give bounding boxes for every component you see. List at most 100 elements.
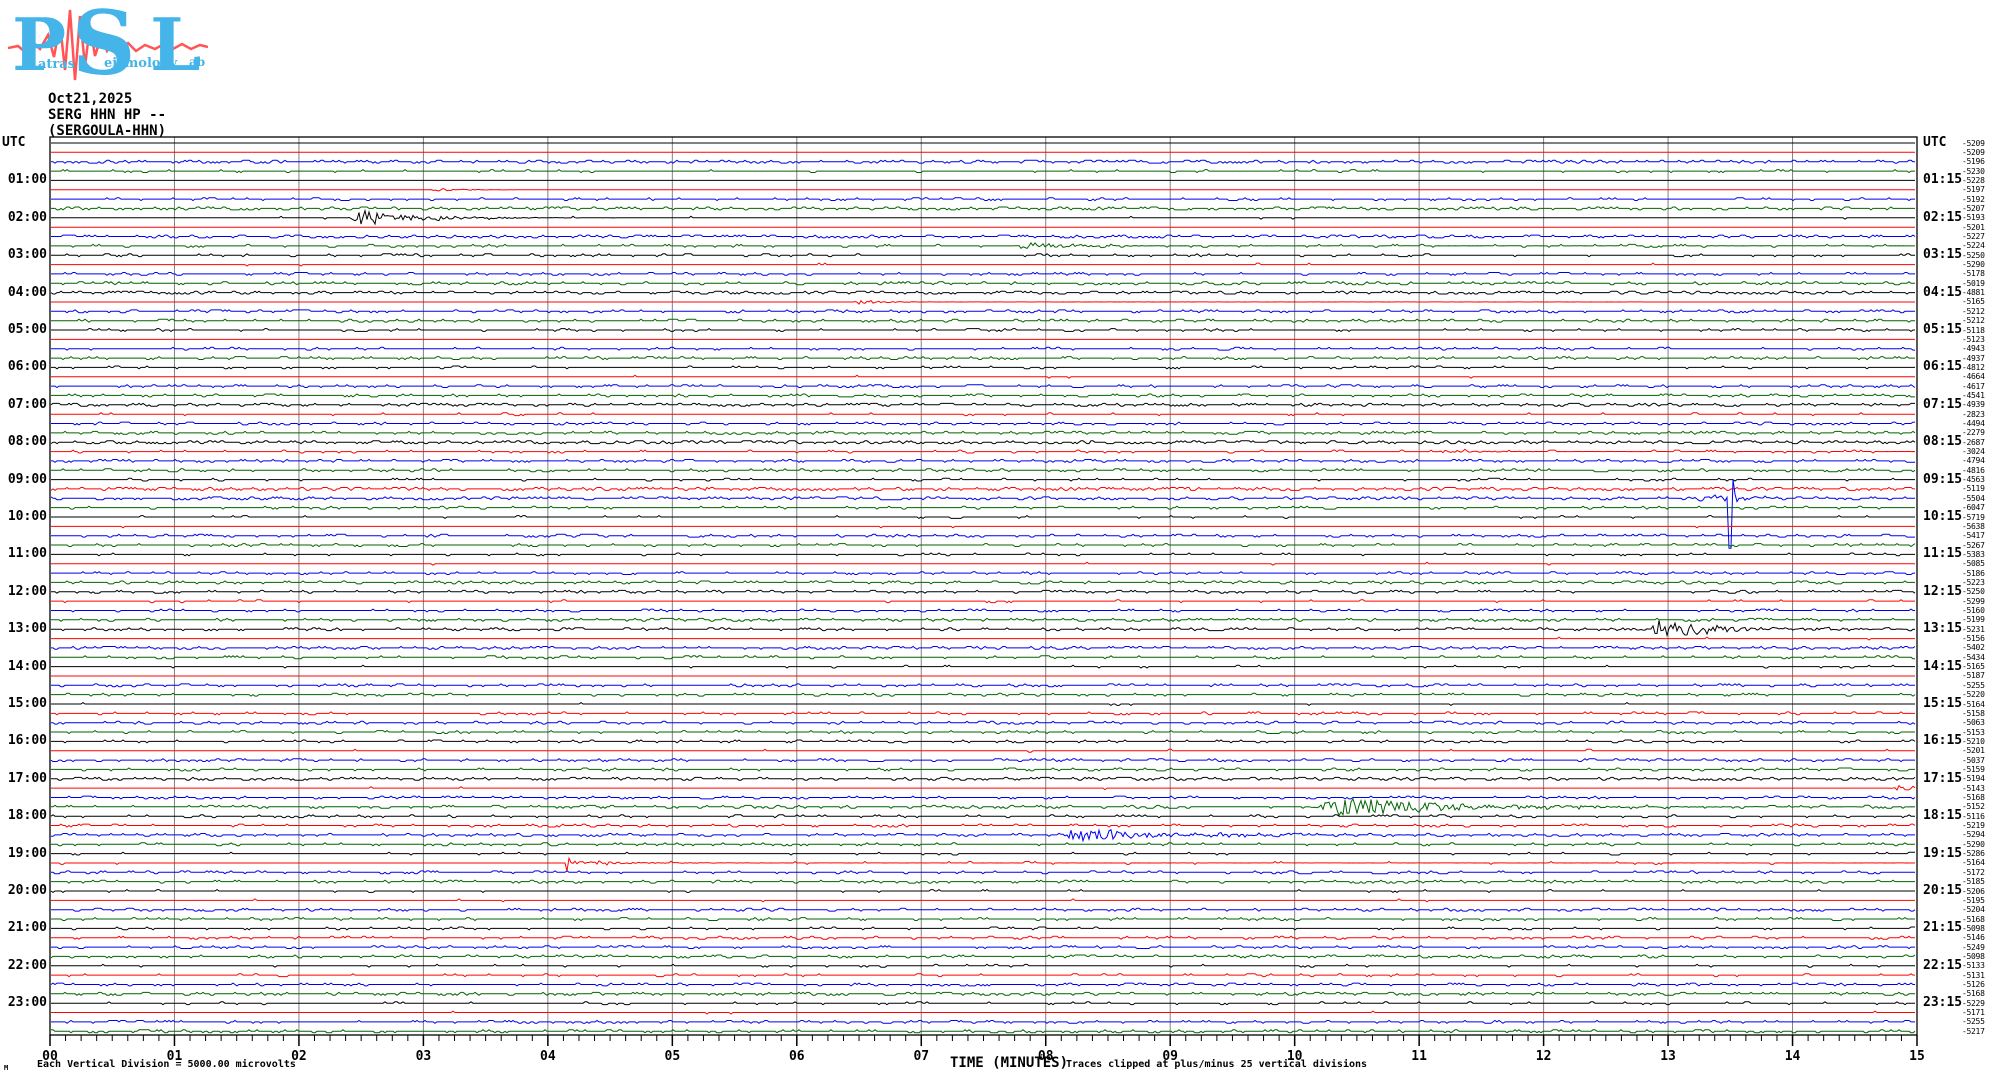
- trace-value: -4617: [1962, 381, 1985, 391]
- hour-label-right: 01:15: [1923, 172, 1963, 188]
- trace-value: -5199: [1962, 615, 1985, 625]
- trace-value: -5212: [1962, 306, 1985, 316]
- seismo-trace: [51, 206, 1915, 211]
- seismo-trace: [51, 797, 1916, 817]
- trace-value: -5185: [1962, 877, 1985, 887]
- trace-value: -5186: [1962, 568, 1985, 578]
- seismo-trace: [51, 505, 1915, 510]
- trace-value: -5299: [1962, 596, 1985, 606]
- trace-value: -5206: [1962, 886, 1985, 896]
- seismo-trace: [51, 571, 1915, 576]
- hour-label-left: 14:00: [7, 658, 47, 674]
- minute-label: 11: [1411, 1049, 1427, 1064]
- hour-label-left: 18:00: [7, 808, 47, 824]
- hour-label-right: 17:15: [1923, 770, 1963, 786]
- trace-value: -5209: [1962, 147, 1985, 157]
- hour-label-right: 08:15: [1923, 434, 1963, 450]
- seismo-trace: [51, 617, 1915, 622]
- trace-value: -5383: [1962, 549, 1985, 559]
- trace-value: -5201: [1962, 746, 1985, 756]
- seismo-trace: [51, 208, 1915, 226]
- seismo-trace: [50, 814, 1915, 819]
- trace-value: -5250: [1962, 250, 1985, 260]
- trace-value: -5209: [1962, 138, 1985, 148]
- seismo-trace: [51, 253, 1915, 258]
- trace-value: -5146: [1962, 933, 1985, 943]
- hour-label-right: 13:15: [1923, 621, 1963, 637]
- seismo-trace: [51, 655, 1915, 660]
- trace-value: -5168: [1962, 989, 1985, 999]
- seismo-trace: [51, 580, 1915, 585]
- hour-label-right: 07:15: [1923, 396, 1963, 412]
- seismo-trace: [51, 916, 1915, 922]
- trace-value: -5098: [1962, 951, 1985, 961]
- hour-label-left: 23:00: [7, 995, 47, 1011]
- hour-label-right: 12:15: [1923, 583, 1963, 599]
- seismo-trace: [51, 599, 1915, 604]
- seismo-trace: [51, 692, 1916, 697]
- trace-value: -4816: [1962, 465, 1985, 475]
- trace-value: -5168: [1962, 793, 1985, 802]
- trace-value: -2279: [1962, 428, 1985, 438]
- trace-value: -2687: [1962, 437, 1985, 447]
- seismo-trace: [50, 486, 1915, 492]
- trace-value: -5152: [1962, 802, 1985, 812]
- seismo-trace: [51, 421, 1915, 426]
- seismo-trace: [51, 1019, 1915, 1024]
- hour-label-right: 23:15: [1923, 995, 1963, 1011]
- seismo-trace: [51, 589, 1916, 594]
- scale-note: Each Vertical Division = 5000.00 microvo…: [37, 1059, 296, 1070]
- trace-value: -5195: [1962, 895, 1985, 905]
- hour-label-left: 16:00: [7, 733, 47, 749]
- seismo-trace: [51, 608, 1915, 613]
- trace-value: -5250: [1962, 587, 1985, 597]
- seismo-trace: [51, 636, 1915, 641]
- seismo-trace: [51, 374, 1915, 379]
- trace-value: -5402: [1962, 643, 1985, 653]
- trace-value: -5037: [1962, 755, 1985, 765]
- hour-label-left: 11:00: [7, 546, 47, 562]
- trace-value: -5224: [1962, 241, 1985, 251]
- trace-value: -5207: [1962, 203, 1985, 213]
- trace-value: -3024: [1962, 447, 1985, 457]
- seismo-trace: [51, 168, 1915, 174]
- hour-label-left: 04:00: [7, 284, 47, 300]
- trace-value: -5178: [1962, 269, 1985, 279]
- seismo-trace: [51, 309, 1915, 314]
- seismo-trace: [51, 262, 1915, 267]
- hour-label-left: 13:00: [7, 621, 47, 637]
- trace-value: -5417: [1962, 531, 1985, 541]
- hour-label-right: 20:15: [1923, 883, 1963, 898]
- seismo-trace: [51, 907, 1916, 912]
- seismo-trace: [51, 784, 1916, 791]
- hour-label-left: 20:00: [7, 883, 47, 898]
- trace-value: -4794: [1962, 456, 1985, 466]
- trace-value: -5165: [1962, 297, 1985, 307]
- minute-label: 15: [1909, 1049, 1925, 1064]
- seismo-trace: [51, 828, 1915, 843]
- seismo-trace: [51, 281, 1915, 286]
- hour-label-right: 09:15: [1923, 471, 1963, 487]
- seismo-trace: [51, 271, 1915, 276]
- trace-value: -5229: [1962, 998, 1985, 1008]
- seismo-trace: [50, 982, 1915, 987]
- trace-value: -5227: [1962, 232, 1985, 241]
- trace-value: -5504: [1962, 493, 1985, 503]
- trace-value: -5119: [1962, 484, 1985, 494]
- hour-label-left: 07:00: [7, 396, 47, 412]
- seismo-trace: [50, 888, 1915, 894]
- seismo-trace: [51, 299, 1915, 305]
- trace-value: -5098: [1962, 923, 1985, 933]
- hour-label-left: 17:00: [7, 770, 47, 786]
- hour-label-right: 19:15: [1923, 845, 1963, 861]
- seismo-trace: [51, 683, 1915, 688]
- seismo-trace: [51, 842, 1915, 847]
- seismo-trace: [51, 468, 1916, 473]
- trace-value: -5294: [1962, 830, 1985, 840]
- trace-value: -2823: [1962, 409, 1985, 419]
- trace-value: -5220: [1962, 690, 1985, 700]
- seismo-trace: [51, 935, 1915, 940]
- seismo-trace: [50, 758, 1915, 763]
- seismo-trace: [51, 729, 1915, 735]
- minute-label: 04: [540, 1049, 556, 1064]
